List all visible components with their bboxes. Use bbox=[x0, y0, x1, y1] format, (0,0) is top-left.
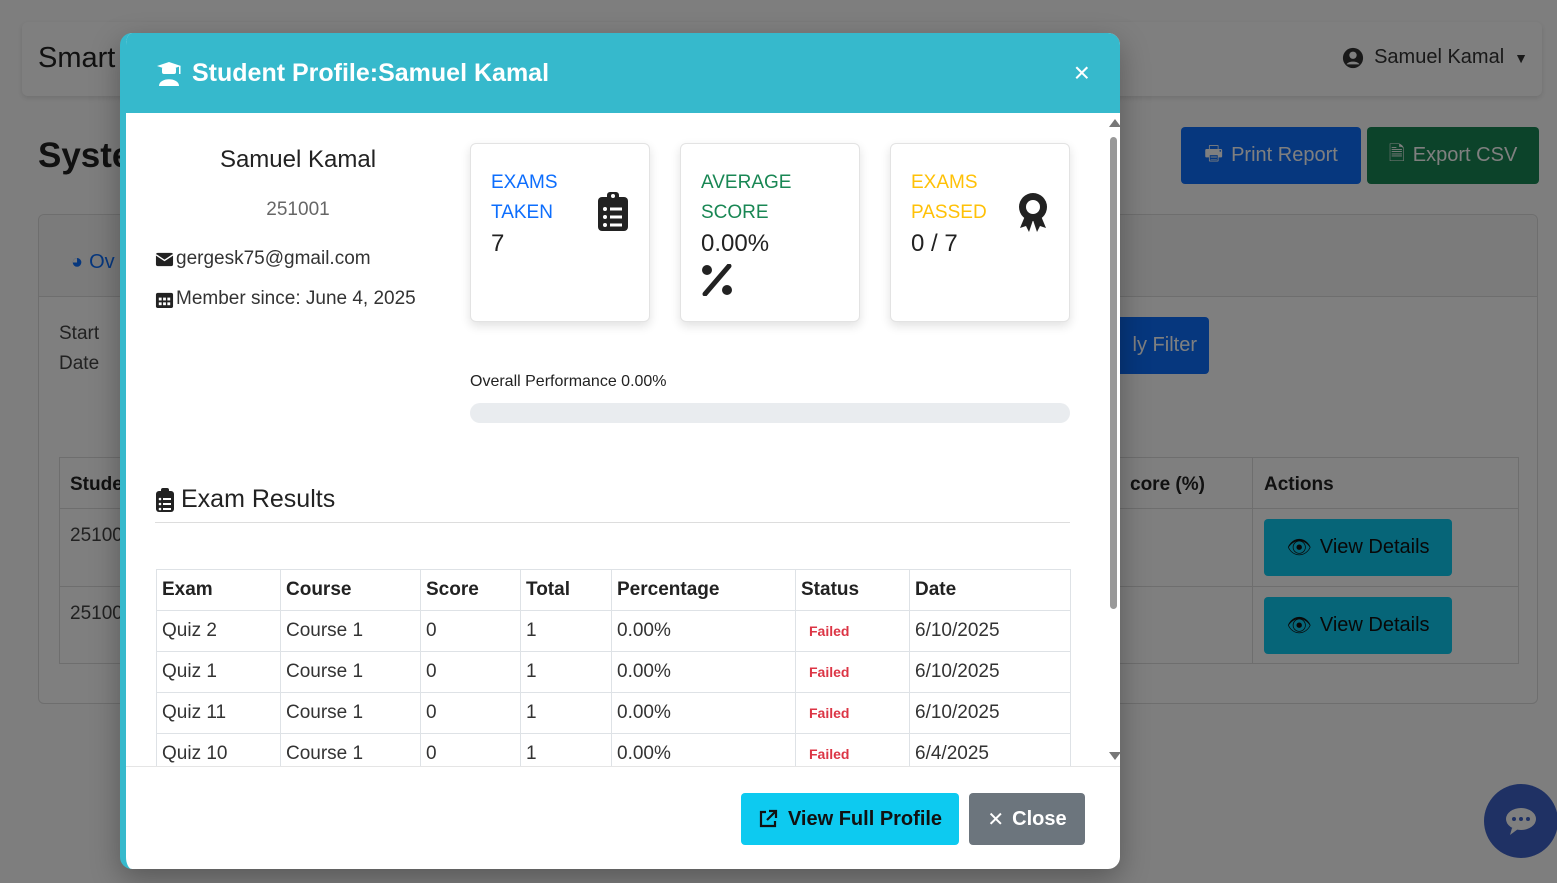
course-cell: Course 1 bbox=[280, 692, 421, 734]
status-badge: Failed bbox=[809, 705, 850, 721]
date-cell: 6/10/2025 bbox=[909, 610, 1071, 652]
score-cell: 0 bbox=[420, 692, 521, 734]
total-cell: 1 bbox=[520, 610, 612, 652]
performance-progress-bar bbox=[470, 403, 1070, 423]
view-full-profile-label: View Full Profile bbox=[787, 807, 943, 830]
close-label: Close bbox=[1012, 807, 1067, 830]
profile-member-since: Member since: June 4, 2025 bbox=[155, 288, 416, 310]
exam-results-heading: Exam Results bbox=[155, 485, 335, 514]
clipboard-list-icon bbox=[156, 487, 174, 512]
percentage-cell: 0.00% bbox=[611, 733, 796, 766]
performance-label: Overall Performance 0.00% bbox=[470, 373, 667, 390]
stat-card-exams-taken: EXAMS TAKEN 7 bbox=[470, 143, 650, 322]
status-cell: Failed bbox=[795, 733, 910, 766]
status-badge: Failed bbox=[809, 746, 850, 762]
exam-cell: Quiz 11 bbox=[156, 692, 281, 734]
table-row: Quiz 1 Course 1 0 1 0.00% Failed 6/10/20… bbox=[156, 651, 1071, 693]
stat-label: AVERAGE SCORE bbox=[701, 172, 792, 223]
student-profile-modal: Student Profile:Samuel Kamal × Samuel Ka… bbox=[120, 33, 1120, 869]
status-cell: Failed bbox=[795, 610, 910, 652]
external-link-icon bbox=[759, 809, 778, 828]
exam-cell: Quiz 1 bbox=[156, 651, 281, 693]
date-cell: 6/10/2025 bbox=[909, 651, 1071, 693]
stat-value: 7 bbox=[491, 230, 505, 257]
member-since-text: Member since: June 4, 2025 bbox=[176, 288, 416, 309]
modal-body[interactable]: Samuel Kamal 251001 gergesk75@gmail.com … bbox=[126, 113, 1120, 766]
profile-id: 251001 bbox=[266, 199, 330, 220]
date-cell: 6/4/2025 bbox=[909, 733, 1071, 766]
status-cell: Failed bbox=[795, 692, 910, 734]
award-icon bbox=[1019, 193, 1047, 232]
percentage-cell: 0.00% bbox=[611, 692, 796, 734]
percent-icon bbox=[702, 264, 732, 296]
divider bbox=[155, 522, 1070, 523]
profile-email: gergesk75@gmail.com bbox=[155, 248, 371, 270]
exam-results-table: Exam Course Score Total Percentage Statu… bbox=[156, 569, 1071, 766]
stat-label: EXAMS TAKEN bbox=[491, 172, 558, 223]
percentage-cell: 0.00% bbox=[611, 610, 796, 652]
modal-title-text: Student Profile:Samuel Kamal bbox=[192, 59, 550, 87]
score-cell: 0 bbox=[420, 610, 521, 652]
status-badge: Failed bbox=[809, 623, 850, 639]
total-cell: 1 bbox=[520, 733, 612, 766]
envelope-icon bbox=[155, 252, 174, 266]
clipboard-list-icon bbox=[598, 192, 628, 231]
calendar-icon bbox=[155, 292, 174, 308]
modal-header: Student Profile:Samuel Kamal × bbox=[126, 33, 1120, 113]
scroll-thumb[interactable] bbox=[1110, 137, 1117, 609]
table-header-row: Exam Course Score Total Percentage Statu… bbox=[156, 569, 1071, 611]
total-cell: 1 bbox=[520, 651, 612, 693]
view-full-profile-button[interactable]: View Full Profile bbox=[741, 793, 959, 845]
profile-name: Samuel Kamal bbox=[219, 146, 377, 173]
column-header-course: Course bbox=[280, 569, 421, 611]
close-button[interactable]: ✕ Close bbox=[969, 793, 1085, 845]
date-cell: 6/10/2025 bbox=[909, 692, 1071, 734]
exam-cell: Quiz 2 bbox=[156, 610, 281, 652]
scroll-up-arrow[interactable] bbox=[1109, 119, 1120, 127]
modal-close-x-button[interactable]: × bbox=[1074, 59, 1090, 87]
score-cell: 0 bbox=[420, 651, 521, 693]
profile-email-text: gergesk75@gmail.com bbox=[176, 248, 371, 269]
stat-card-exams-passed: EXAMS PASSED 0 / 7 bbox=[890, 143, 1070, 322]
exam-cell: Quiz 10 bbox=[156, 733, 281, 766]
exam-results-title: Exam Results bbox=[181, 485, 336, 513]
status-badge: Failed bbox=[809, 664, 850, 680]
stat-value: 0 / 7 bbox=[911, 230, 958, 257]
close-icon: ✕ bbox=[987, 808, 1005, 831]
stat-card-average-score: AVERAGE SCORE 0.00% bbox=[680, 143, 860, 322]
modal-title: Student Profile:Samuel Kamal bbox=[156, 59, 549, 88]
total-cell: 1 bbox=[520, 692, 612, 734]
stat-label: EXAMS PASSED bbox=[911, 172, 987, 223]
scroll-down-arrow[interactable] bbox=[1109, 752, 1120, 760]
course-cell: Course 1 bbox=[280, 651, 421, 693]
column-header-score: Score bbox=[420, 569, 521, 611]
score-cell: 0 bbox=[420, 733, 521, 766]
column-header-date: Date bbox=[909, 569, 1071, 611]
user-graduate-icon bbox=[157, 61, 181, 86]
status-cell: Failed bbox=[795, 651, 910, 693]
percentage-cell: 0.00% bbox=[611, 651, 796, 693]
table-row: Quiz 10 Course 1 0 1 0.00% Failed 6/4/20… bbox=[156, 733, 1071, 766]
modal-scrollbar[interactable] bbox=[1106, 113, 1120, 766]
column-header-percentage: Percentage bbox=[611, 569, 796, 611]
modal-footer: View Full Profile ✕ Close bbox=[126, 766, 1120, 869]
column-header-status: Status bbox=[795, 569, 910, 611]
table-row: Quiz 2 Course 1 0 1 0.00% Failed 6/10/20… bbox=[156, 610, 1071, 652]
column-header-total: Total bbox=[520, 569, 612, 611]
course-cell: Course 1 bbox=[280, 610, 421, 652]
course-cell: Course 1 bbox=[280, 733, 421, 766]
stat-value: 0.00% bbox=[701, 230, 770, 257]
column-header-exam: Exam bbox=[156, 569, 281, 611]
table-row: Quiz 11 Course 1 0 1 0.00% Failed 6/10/2… bbox=[156, 692, 1071, 734]
